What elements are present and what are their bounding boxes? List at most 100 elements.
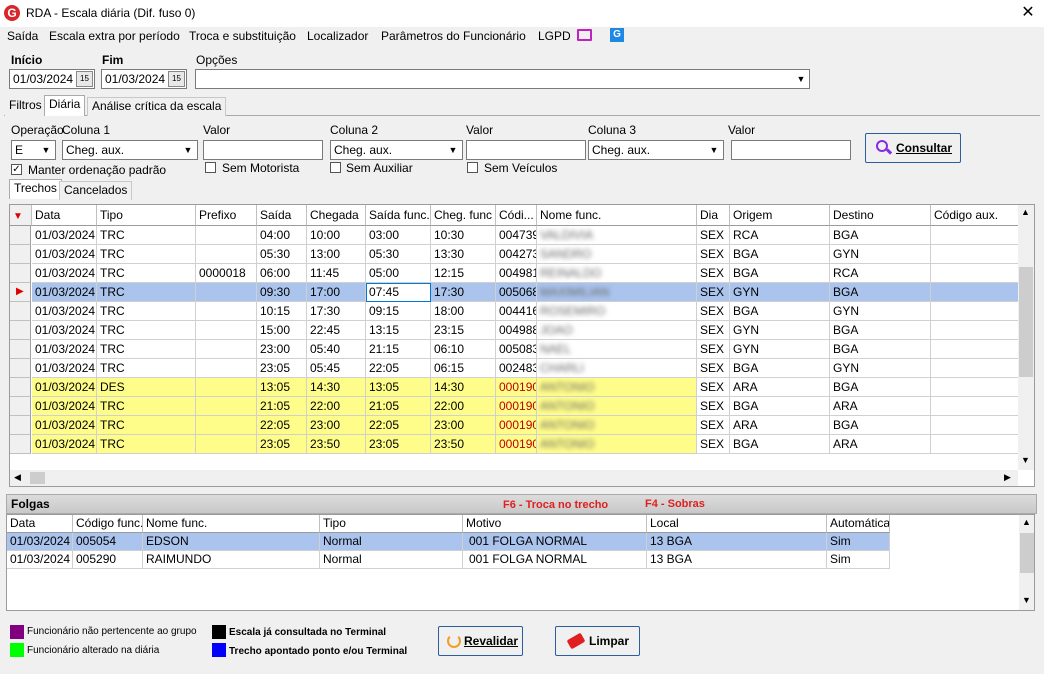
cell-chegada[interactable]: 23:00 [307,416,366,435]
row-indicator[interactable] [10,378,31,397]
cell-saida_func[interactable]: 05:30 [366,245,431,264]
cell-saida[interactable]: 15:00 [257,321,307,340]
cell-data[interactable]: 01/03/2024 [32,321,97,340]
cell-prefixo[interactable]: 0000018 [196,264,257,283]
folgas-cell-codigo[interactable]: 005290 [73,551,143,569]
cell-destino[interactable]: RCA [830,264,931,283]
cell-chegada[interactable]: 13:00 [307,245,366,264]
column-header-saida_func[interactable]: Saída func. [366,205,431,226]
table-row[interactable]: 01/03/2024 TRC 23:05 23:50 23:05 23:50 000190 A… [10,435,1021,454]
cell-data[interactable]: 01/03/2024 [32,302,97,321]
cell-data[interactable]: 01/03/2024 [32,435,97,454]
cell-saida_func[interactable]: 22:05 [366,359,431,378]
row-indicator[interactable]: ▶ [10,283,31,302]
cell-data[interactable]: 01/03/2024 [32,283,97,302]
column-header-prefixo[interactable]: Prefixo [196,205,257,226]
cell-tipo[interactable]: TRC [97,302,196,321]
cell-codigo[interactable]: 000190 [496,416,537,435]
column-header-cheg_func[interactable]: Cheg. func [431,205,496,226]
fim-calendar-icon[interactable]: 15 [168,71,185,87]
cell-dia[interactable]: SEX [697,302,730,321]
scroll-up-icon[interactable]: ▲ [1021,207,1030,217]
cell-codigo[interactable]: 004739 [496,226,537,245]
cell-dia[interactable]: SEX [697,359,730,378]
cell-origem[interactable]: GYN [730,321,830,340]
cell-data[interactable]: 01/03/2024 [32,245,97,264]
folgas-vertical-scrollbar[interactable]: ▲ ▼ [1019,515,1034,610]
column-header-chegada[interactable]: Chegada [307,205,366,226]
cell-tipo[interactable]: TRC [97,435,196,454]
cell-tipo[interactable]: TRC [97,416,196,435]
cell-data[interactable]: 01/03/2024 [32,359,97,378]
folgas-cell-tipo[interactable]: Normal [320,533,463,551]
cell-prefixo[interactable] [196,359,257,378]
cell-destino[interactable]: BGA [830,340,931,359]
column-header-data[interactable]: Data [32,205,97,226]
coluna1-dropdown-icon[interactable]: ▼ [180,141,196,159]
table-row[interactable]: 01/03/2024 TRC 05:30 13:00 05:30 13:30 004273 S… [10,245,1021,264]
cell-destino[interactable]: BGA [830,321,931,340]
cell-origem[interactable]: BGA [730,264,830,283]
table-row[interactable]: 01/03/2024 TRC 10:15 17:30 09:15 18:00 004416 R… [10,302,1021,321]
cell-dia[interactable]: SEX [697,397,730,416]
column-header-tipo[interactable]: Tipo [97,205,196,226]
cell-origem[interactable]: GYN [730,340,830,359]
cell-nome[interactable]: ANTONIO [537,416,697,435]
inicio-calendar-icon[interactable]: 15 [76,71,93,87]
folgas-cell-codigo[interactable]: 005054 [73,533,143,551]
cell-origem[interactable]: BGA [730,397,830,416]
tab-filtros[interactable]: Filtros [5,97,46,116]
cell-cheg_func[interactable]: 14:30 [431,378,496,397]
cell-destino[interactable]: BGA [830,416,931,435]
cell-nome[interactable]: JOAO [537,321,697,340]
cell-dia[interactable]: SEX [697,416,730,435]
cell-prefixo[interactable] [196,302,257,321]
table-row[interactable]: 01/03/2024 TRC 0000018 06:00 11:45 05:00 12:15… [10,264,1021,283]
cell-tipo[interactable]: TRC [97,340,196,359]
coluna2-dropdown-icon[interactable]: ▼ [445,141,461,159]
folgas-column-header-local[interactable]: Local [647,515,827,533]
cell-chegada[interactable]: 11:45 [307,264,366,283]
cell-origem[interactable]: RCA [730,226,830,245]
cell-tipo[interactable]: TRC [97,226,196,245]
folgas-column-header-motivo[interactable]: Motivo [463,515,647,533]
folgas-row[interactable]: 01/03/2024 005054 EDSON Normal 001 FOLGA NOR… [7,533,890,551]
cell-data[interactable]: 01/03/2024 [32,226,97,245]
cell-prefixo[interactable] [196,245,257,264]
column-header-codigo[interactable]: Códi... [496,205,537,226]
column-header-dia[interactable]: Dia [697,205,730,226]
folgas-column-header-data[interactable]: Data [7,515,73,533]
cell-destino[interactable]: GYN [830,302,931,321]
cell-destino[interactable]: BGA [830,378,931,397]
cell-origem[interactable]: BGA [730,245,830,264]
table-row[interactable]: 01/03/2024 TRC 21:05 22:00 21:05 22:00 000190 A… [10,397,1021,416]
cell-aux[interactable] [931,340,1021,359]
folgas-cell-tipo[interactable]: Normal [320,551,463,569]
cell-codigo[interactable]: 000190 [496,397,537,416]
tab-analise-critica[interactable]: Análise crítica da escala [87,97,227,116]
cell-prefixo[interactable] [196,435,257,454]
cell-codigo[interactable]: 004273 [496,245,537,264]
trechos-grid[interactable]: ▼ Data Tipo Prefixo Saída Chegada Saída func.… [9,204,1035,487]
cell-saida_func[interactable]: 22:05 [366,416,431,435]
menu-troca-substituicao[interactable]: Troca e substituição [189,29,296,43]
cell-prefixo[interactable] [196,378,257,397]
sem-motorista-checkbox[interactable] [205,162,216,173]
scroll-down-icon[interactable]: ▼ [1021,455,1030,465]
cell-aux[interactable] [931,245,1021,264]
cell-data[interactable]: 01/03/2024 [32,340,97,359]
cell-nome[interactable]: SANDRO [537,245,697,264]
cell-destino[interactable]: GYN [830,245,931,264]
cell-dia[interactable]: SEX [697,245,730,264]
g-app-icon[interactable]: G [610,28,624,42]
cell-chegada[interactable]: 10:00 [307,226,366,245]
cell-aux[interactable] [931,359,1021,378]
cell-cheg_func[interactable]: 06:10 [431,340,496,359]
folgas-cell-nome[interactable]: RAIMUNDO [143,551,320,569]
menu-escala-extra[interactable]: Escala extra por período [49,29,180,43]
cell-cheg_func[interactable]: 23:50 [431,435,496,454]
scroll-thumb[interactable] [1020,533,1034,573]
folgas-column-header-tipo[interactable]: Tipo [320,515,463,533]
tab-cancelados[interactable]: Cancelados [59,181,133,200]
scroll-up-icon[interactable]: ▲ [1022,517,1031,527]
